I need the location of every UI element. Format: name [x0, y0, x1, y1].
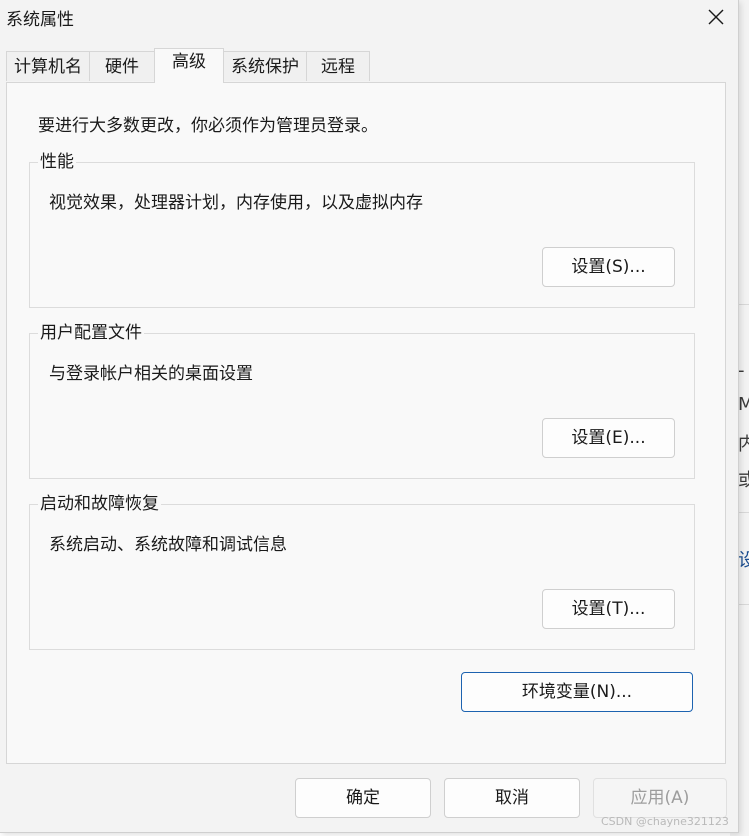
- bg-text-fragment: M: [738, 394, 749, 415]
- title-bar[interactable]: 系统属性: [0, 0, 738, 36]
- tab-computer-name[interactable]: 计算机名: [6, 51, 90, 81]
- cancel-button[interactable]: 取消: [444, 778, 580, 818]
- tab-label: 系统保护: [231, 57, 299, 77]
- tab-label: 硬件: [105, 57, 139, 77]
- tab-label: 高级: [172, 52, 206, 72]
- bg-text-fragment: 或: [738, 470, 749, 491]
- close-icon: [708, 9, 724, 25]
- advanced-tab-panel: 要进行大多数更改，你必须作为管理员登录。 性能 视觉效果，处理器计划，内存使用，…: [6, 82, 726, 764]
- bg-text-fragment: 内: [738, 434, 749, 455]
- group-label: 用户配置文件: [38, 322, 144, 344]
- apply-button[interactable]: 应用(A): [593, 778, 727, 818]
- group-description: 视觉效果，处理器计划，内存使用，以及虚拟内存: [49, 193, 423, 213]
- tab-remote[interactable]: 远程: [306, 51, 370, 81]
- tab-strip: 计算机名 硬件 高级 系统保护 远程: [6, 48, 726, 83]
- user-profiles-group: 用户配置文件 与登录帐户相关的桌面设置 设置(E)...: [29, 322, 695, 479]
- environment-variables-button[interactable]: 环境变量(N)...: [461, 672, 693, 712]
- system-properties-dialog: 系统属性 计算机名 硬件 高级 系统保护 远程 要进行大多数更改，你必须作为管理…: [0, 0, 739, 833]
- group-description: 系统启动、系统故障和调试信息: [49, 535, 287, 555]
- tab-system-protection[interactable]: 系统保护: [223, 51, 307, 81]
- group-label: 性能: [38, 151, 76, 173]
- window-title: 系统属性: [6, 10, 74, 30]
- ok-button[interactable]: 确定: [295, 778, 431, 818]
- tab-label: 计算机名: [14, 57, 82, 77]
- tab-label: 远程: [321, 57, 355, 77]
- bg-link-fragment: 设: [738, 550, 749, 571]
- watermark: CSDN @chayne321123: [601, 815, 729, 828]
- group-description: 与登录帐户相关的桌面设置: [49, 364, 253, 384]
- admin-notice: 要进行大多数更改，你必须作为管理员登录。: [38, 116, 378, 136]
- group-label: 启动和故障恢复: [38, 493, 161, 515]
- startup-recovery-group: 启动和故障恢复 系统启动、系统故障和调试信息 设置(T)...: [29, 493, 695, 650]
- close-button[interactable]: [694, 0, 738, 34]
- tab-advanced[interactable]: 高级: [154, 48, 224, 83]
- performance-group: 性能 视觉效果，处理器计划，内存使用，以及虚拟内存 设置(S)...: [29, 151, 695, 308]
- performance-settings-button[interactable]: 设置(S)...: [542, 247, 675, 287]
- user-profiles-settings-button[interactable]: 设置(E)...: [542, 418, 675, 458]
- startup-recovery-settings-button[interactable]: 设置(T)...: [542, 589, 675, 629]
- tab-hardware[interactable]: 硬件: [89, 51, 155, 81]
